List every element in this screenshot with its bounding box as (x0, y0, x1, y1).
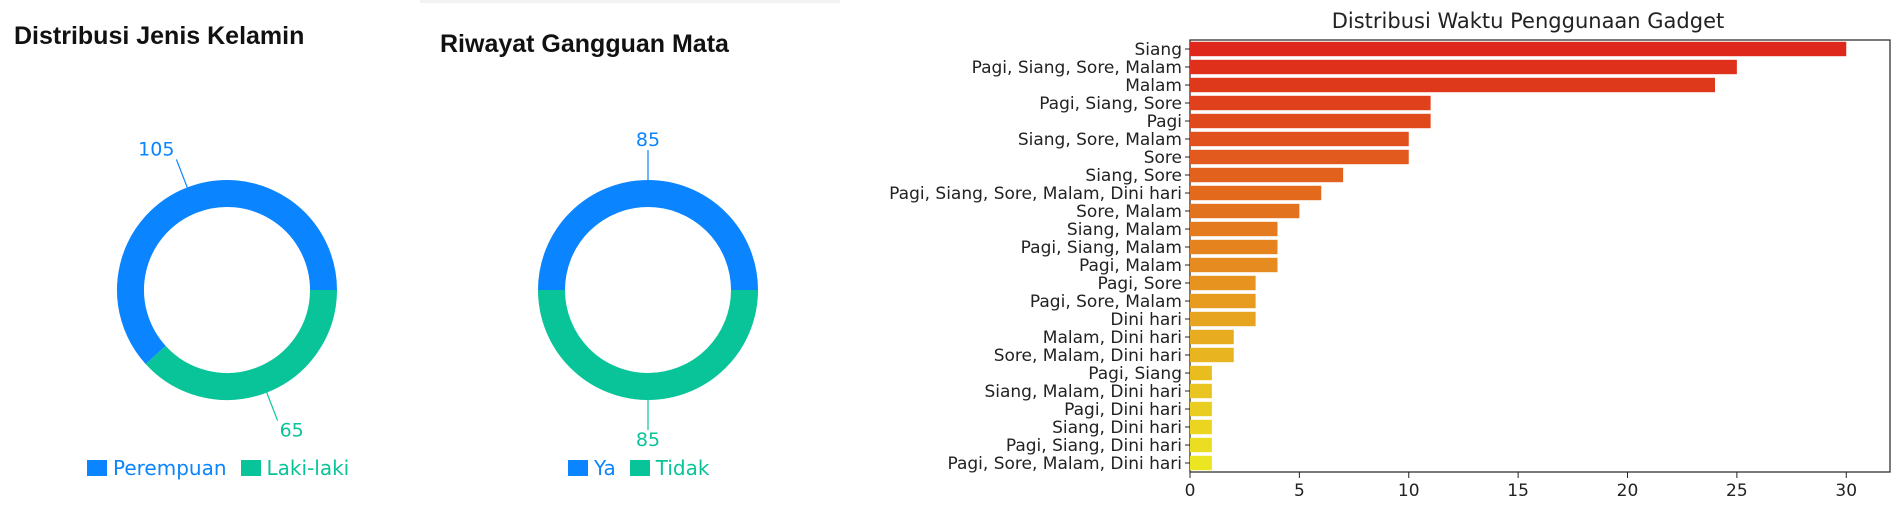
bar[interactable] (1190, 329, 1234, 345)
y-tick-label: Sore, Malam, Dini hari (994, 346, 1182, 366)
y-tick-label: Pagi, Siang (1088, 364, 1182, 384)
bar[interactable] (1190, 383, 1212, 399)
y-tick-label: Malam (1125, 76, 1182, 96)
legend-swatch-ya (568, 460, 588, 476)
gender-distribution-panel: Distribusi Jenis Kelamin 105 65 Perempuan… (0, 0, 420, 509)
y-tick-label: Siang (1135, 40, 1183, 60)
y-tick-label: Pagi, Dini hari (1064, 400, 1182, 420)
gender-value-label: 65 (280, 420, 304, 442)
bar[interactable] (1190, 77, 1715, 93)
bar[interactable] (1190, 437, 1212, 453)
y-tick-label: Pagi, Siang, Sore (1039, 94, 1182, 114)
y-tick-label: Pagi, Sore, Malam, Dini hari (947, 454, 1182, 474)
x-tick-label: 10 (1398, 481, 1420, 501)
eye-disorder-panel: Riwayat Gangguan Mata 85 85 Ya Tidak (420, 0, 840, 509)
legend-swatch-perempuan (87, 460, 107, 476)
eye-value-label: 85 (636, 129, 660, 151)
bar[interactable] (1190, 365, 1212, 381)
x-tick-label: 30 (1835, 481, 1857, 501)
y-tick-label: Pagi, Sore, Malam (1030, 292, 1182, 312)
y-tick-label: Malam, Dini hari (1043, 328, 1182, 348)
bar[interactable] (1190, 221, 1278, 237)
bar[interactable] (1190, 311, 1256, 327)
y-tick-label: Siang, Malam (1067, 220, 1182, 240)
bar[interactable] (1190, 95, 1431, 111)
bar[interactable] (1190, 185, 1322, 201)
y-tick-label: Pagi, Malam (1079, 256, 1182, 276)
legend-label-laki-laki: Laki-laki (266, 456, 350, 480)
y-tick-label: Siang, Malam, Dini hari (984, 382, 1182, 402)
legend-item-laki-laki[interactable]: Laki-laki (240, 456, 350, 480)
bar-chart-title: Distribusi Waktu Penggunaan Gadget (1332, 9, 1725, 33)
bar[interactable] (1190, 455, 1212, 471)
bar[interactable] (1190, 203, 1300, 219)
bar[interactable] (1190, 167, 1344, 183)
gadget-time-panel: Distribusi Waktu Penggunaan Gadget Siang… (840, 0, 1897, 509)
y-tick-label: Siang, Sore, Malam (1018, 130, 1182, 150)
legend-label-tidak: Tidak (655, 456, 710, 480)
gender-slice-laki-laki[interactable] (145, 289, 337, 400)
bar[interactable] (1190, 293, 1256, 309)
bar[interactable] (1190, 149, 1409, 165)
legend-label-ya: Ya (594, 456, 616, 480)
y-tick-label: Siang, Dini hari (1052, 418, 1182, 438)
gender-legend: Perempuan Laki-laki (87, 456, 363, 480)
y-tick-label: Sore, Malam (1076, 202, 1182, 222)
gender-leader-line (266, 392, 279, 421)
bar[interactable] (1190, 239, 1278, 255)
x-tick-label: 15 (1507, 481, 1529, 501)
eye-donut-chart: 85 85 (538, 129, 758, 451)
y-tick-label: Pagi, Siang, Malam (1021, 238, 1182, 258)
y-tick-label: Sore (1144, 148, 1182, 168)
bar-layer: SiangPagi, Siang, Sore, MalamMalamPagi, … (889, 39, 1891, 501)
y-tick-label: Pagi, Siang, Dini hari (1006, 436, 1182, 456)
bar[interactable] (1190, 347, 1234, 363)
bar[interactable] (1190, 257, 1278, 273)
gadget-time-bar-chart: Distribusi Waktu Penggunaan Gadget Siang… (889, 9, 1891, 501)
x-tick-label: 5 (1294, 481, 1305, 501)
legend-item-perempuan[interactable]: Perempuan (87, 456, 227, 480)
legend-item-tidak[interactable]: Tidak (629, 456, 710, 480)
legend-swatch-tidak (629, 460, 650, 476)
gender-value-label: 105 (138, 138, 174, 160)
bar[interactable] (1190, 59, 1737, 75)
bar[interactable] (1190, 131, 1409, 147)
eye-slice-tidak[interactable] (538, 289, 758, 400)
y-tick-label: Pagi, Sore (1098, 274, 1183, 294)
bar[interactable] (1190, 401, 1212, 417)
eye-slice-ya[interactable] (538, 180, 758, 291)
y-tick-label: Siang, Sore (1085, 166, 1182, 186)
legend-label-perempuan: Perempuan (113, 456, 227, 480)
bar[interactable] (1190, 41, 1847, 57)
bar[interactable] (1190, 113, 1431, 129)
eye-value-label: 85 (636, 429, 660, 451)
y-tick-label: Pagi (1147, 112, 1182, 132)
bar[interactable] (1190, 419, 1212, 435)
gender-slice-perempuan[interactable] (117, 180, 337, 365)
gender-donut-chart: 105 65 (117, 138, 337, 442)
legend-swatch-laki-laki (240, 460, 261, 476)
bar[interactable] (1190, 275, 1256, 291)
eye-legend: Ya Tidak (568, 456, 723, 480)
gender-leader-line (175, 159, 188, 188)
x-tick-label: 20 (1617, 481, 1639, 501)
y-tick-label: Dini hari (1110, 310, 1182, 330)
y-tick-label: Pagi, Siang, Sore, Malam (972, 58, 1182, 78)
legend-item-ya[interactable]: Ya (568, 456, 616, 480)
y-tick-label: Pagi, Siang, Sore, Malam, Dini hari (889, 184, 1182, 204)
x-tick-label: 0 (1185, 481, 1196, 501)
x-tick-label: 25 (1726, 481, 1748, 501)
